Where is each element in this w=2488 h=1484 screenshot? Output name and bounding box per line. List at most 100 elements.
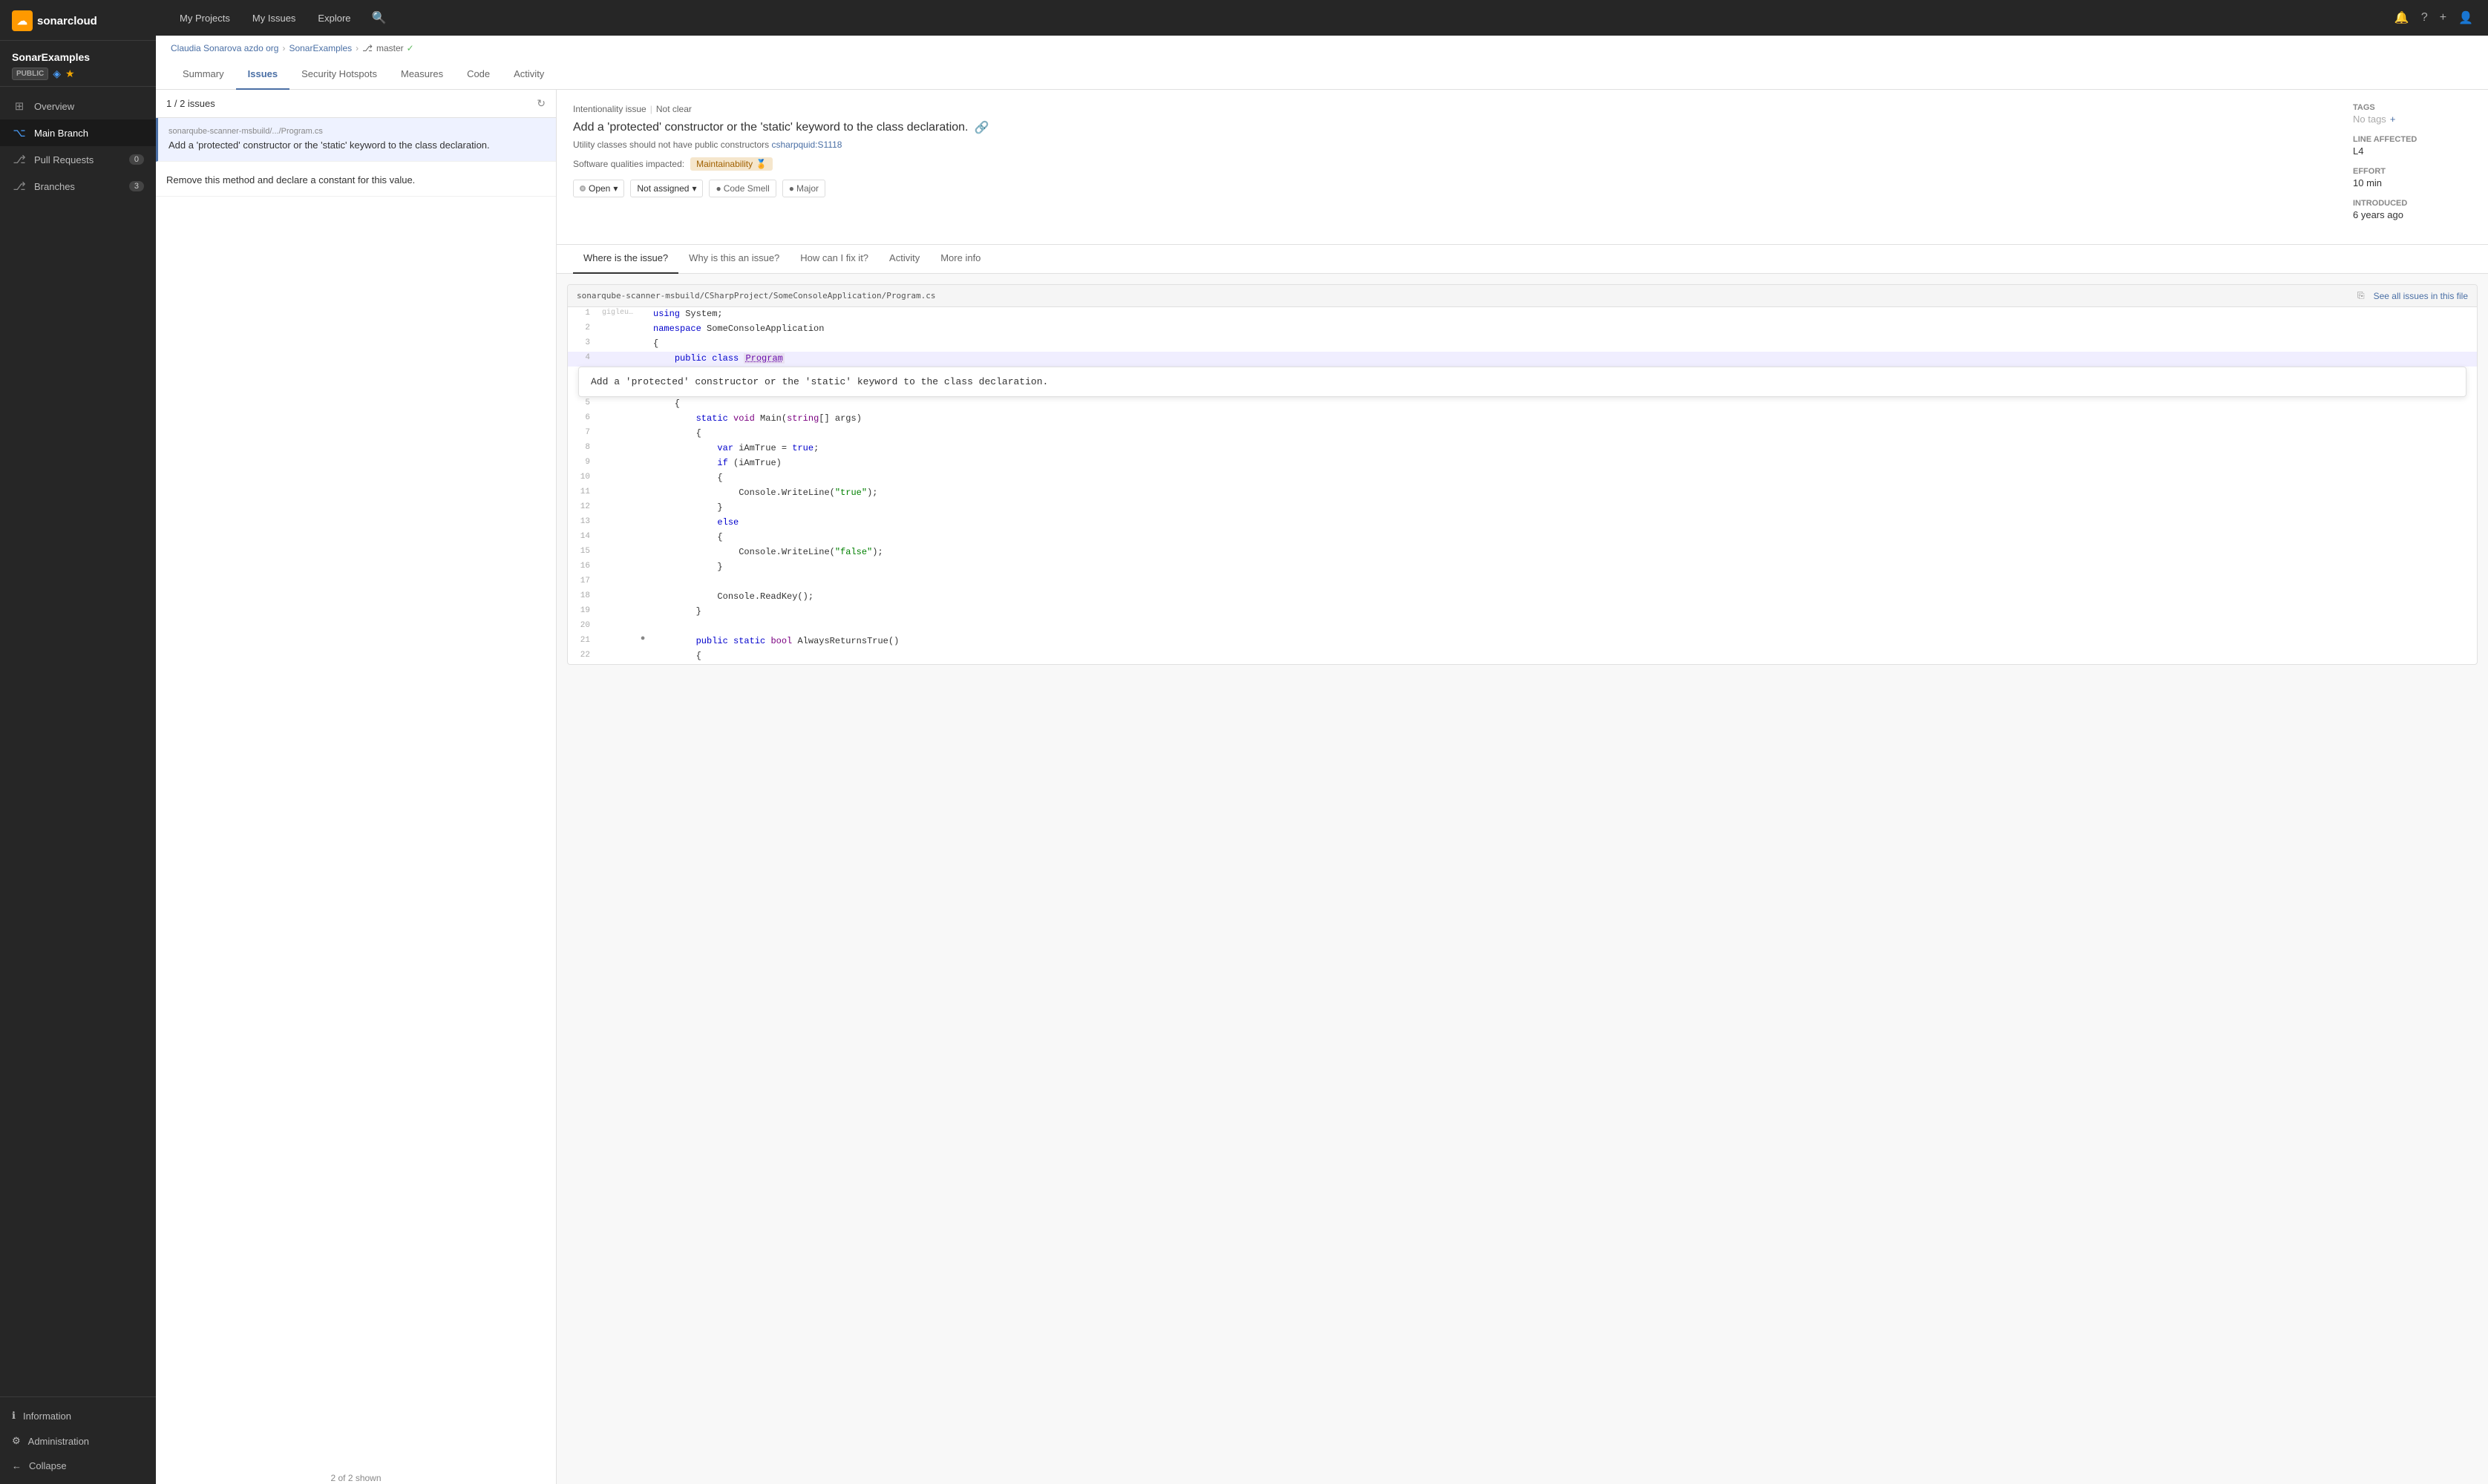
code-smell-tag[interactable]: ● Code Smell [709,180,776,197]
tab-code[interactable]: Code [455,61,502,90]
issues-list: sonarqube-scanner-msbuild/.../Program.cs… [156,118,556,1464]
issue-tab-activity[interactable]: Activity [879,245,930,274]
code-line: 16 } [568,560,2477,575]
project-badges: PUBLIC ◈ ★ [12,68,144,80]
code-line: 1 gigleu... using System; [568,307,2477,322]
issues-layout: 1 / 2 issues ↻ sonarqube-scanner-msbuild… [156,90,2488,1484]
nav-my-issues[interactable]: My Issues [243,0,305,36]
tab-summary[interactable]: Summary [171,61,236,90]
sidebar-footer-label: Collapse [29,1460,67,1471]
issue-detail-subtitle: Utility classes should not have public c… [573,139,2338,150]
sidebar-item-pull-requests[interactable]: ⎇ Pull Requests 0 [0,146,156,173]
sonar-logo-text: sonarcloud [37,15,97,27]
tab-security[interactable]: Security Hotspots [289,61,389,90]
sidebar-item-branches[interactable]: ⎇ Branches 3 [0,173,156,200]
tab-issues[interactable]: Issues [236,61,289,90]
sidebar-item-administration[interactable]: ⚙ Administration [0,1428,156,1454]
issue-tab-where[interactable]: Where is the issue? [573,245,678,274]
info-icon: ℹ [12,1410,16,1422]
code-line: 20 [568,620,2477,634]
sidebar-item-collapse[interactable]: ← Collapse [0,1454,156,1478]
content-area: Claudia Sonarova azdo org › SonarExample… [156,36,2488,1484]
sidebar-item-information[interactable]: ℹ Information [0,1403,156,1428]
search-icon[interactable]: 🔍 [372,10,387,25]
code-area: sonarqube-scanner-msbuild/CSharpProject/… [567,284,2478,665]
top-nav-right: 🔔 ? + 👤 [2394,10,2473,25]
quality-badge: Maintainability 🏅 [690,157,773,171]
issue-tab-more-info[interactable]: More info [930,245,991,274]
notifications-icon[interactable]: 🔔 [2394,10,2409,25]
issues-count: 1 / 2 issues [166,98,215,109]
nav-items: ⊞ Overview ⌥ Main Branch ⎇ Pull Requests… [0,87,156,1396]
star-icon[interactable]: ★ [65,68,75,80]
code-line: 12 } [568,501,2477,516]
sidebar-item-label: Overview [34,101,74,112]
collapse-icon: ← [12,1460,22,1471]
code-line: 5 { [568,397,2477,412]
issue-item[interactable]: Remove this method and declare a constan… [156,162,556,197]
sidebar-footer-label: Information [23,1411,71,1422]
status-dot [580,186,586,191]
code-content: 1 gigleu... using System; 2 namespace So… [568,307,2477,664]
see-all-link[interactable]: See all issues in this file [2374,291,2468,301]
issue-tab-how[interactable]: How can I fix it? [790,245,879,274]
meta-introduced: Introduced 6 years ago [2353,199,2472,220]
issue-tooltip: Add a 'protected' constructor or the 'st… [578,367,2466,397]
type-label: Intentionality issue [573,104,646,114]
add-icon[interactable]: + [2440,11,2446,24]
issue-detail-title: Add a 'protected' constructor or the 'st… [573,120,2338,135]
breadcrumb-project[interactable]: SonarExamples [289,43,352,53]
csharpsquid-link[interactable]: csharpquid:S1118 [771,139,842,150]
issue-tab-why[interactable]: Why is this an issue? [678,245,790,274]
overview-icon: ⊞ [12,99,27,113]
sidebar-item-main-branch[interactable]: ⌥ Main Branch [0,119,156,146]
left-panel: 1 / 2 issues ↻ sonarqube-scanner-msbuild… [156,90,557,1484]
sidebar-item-label: Pull Requests [34,154,94,165]
link-icon[interactable]: 🔗 [974,120,989,135]
issue-type-badge: Intentionality issue | Not clear [573,104,692,114]
user-avatar[interactable]: 👤 [2458,10,2473,25]
public-badge: PUBLIC [12,68,48,80]
code-line: 22 { [568,649,2477,664]
breadcrumb: Claudia Sonarova azdo org › SonarExample… [171,43,2473,53]
severity-tag[interactable]: ● Major [782,180,825,197]
top-nav: My Projects My Issues Explore 🔍 🔔 ? + 👤 [156,0,2488,36]
help-icon[interactable]: ? [2421,11,2428,24]
sonar-icon: ◈ [53,68,61,80]
copy-icon[interactable]: ⎘ [2357,290,2365,301]
code-file-bar: sonarqube-scanner-msbuild/CSharpProject/… [568,285,2477,307]
open-status-button[interactable]: Open ▾ [573,180,624,197]
code-line: 18 Console.ReadKey(); [568,590,2477,605]
breadcrumb-org[interactable]: Claudia Sonarova azdo org [171,43,278,53]
quality-icon: 🏅 [756,159,767,169]
issue-title: Remove this method and declare a constan… [166,174,546,187]
project-name[interactable]: SonarExamples [12,51,144,63]
sonar-logo[interactable]: ☁ sonarcloud [12,10,97,31]
issue-item[interactable]: sonarqube-scanner-msbuild/.../Program.cs… [156,118,556,162]
code-file-path: sonarqube-scanner-msbuild/CSharpProject/… [577,291,935,301]
page-header: Claudia Sonarova azdo org › SonarExample… [156,36,2488,90]
tab-measures[interactable]: Measures [389,61,455,90]
not-clear-label: Not clear [656,104,692,114]
code-file-actions: ⎘ See all issues in this file [2357,290,2468,301]
refresh-icon[interactable]: ↻ [537,97,546,110]
code-line: 11 Console.WriteLine("true"); [568,486,2477,501]
sidebar-item-label: Branches [34,181,75,192]
project-info: SonarExamples PUBLIC ◈ ★ [0,41,156,87]
issues-shown: 2 of 2 shown [156,1464,556,1484]
nav-explore[interactable]: Explore [309,0,359,36]
meta-tags: Tags No tags + [2353,103,2472,125]
sidebar: ☁ sonarcloud SonarExamples PUBLIC ◈ ★ ⊞ … [0,0,156,1484]
code-line: 6 static void Main(string[] args) [568,412,2477,427]
dot-marker: ● [638,634,647,643]
breadcrumb-branch: master ✓ [376,43,414,53]
sidebar-item-overview[interactable]: ⊞ Overview [0,93,156,119]
assignment-button[interactable]: Not assigned ▾ [630,180,703,197]
tab-activity[interactable]: Activity [502,61,556,90]
right-panel: Intentionality issue | Not clear Add a '… [557,90,2488,1484]
nav-my-projects[interactable]: My Projects [171,0,239,36]
sidebar-header: ☁ sonarcloud [0,0,156,41]
branch-check-icon: ✓ [407,43,414,53]
circle-icon: ● [789,183,794,194]
add-tag-button[interactable]: + [2390,114,2396,125]
